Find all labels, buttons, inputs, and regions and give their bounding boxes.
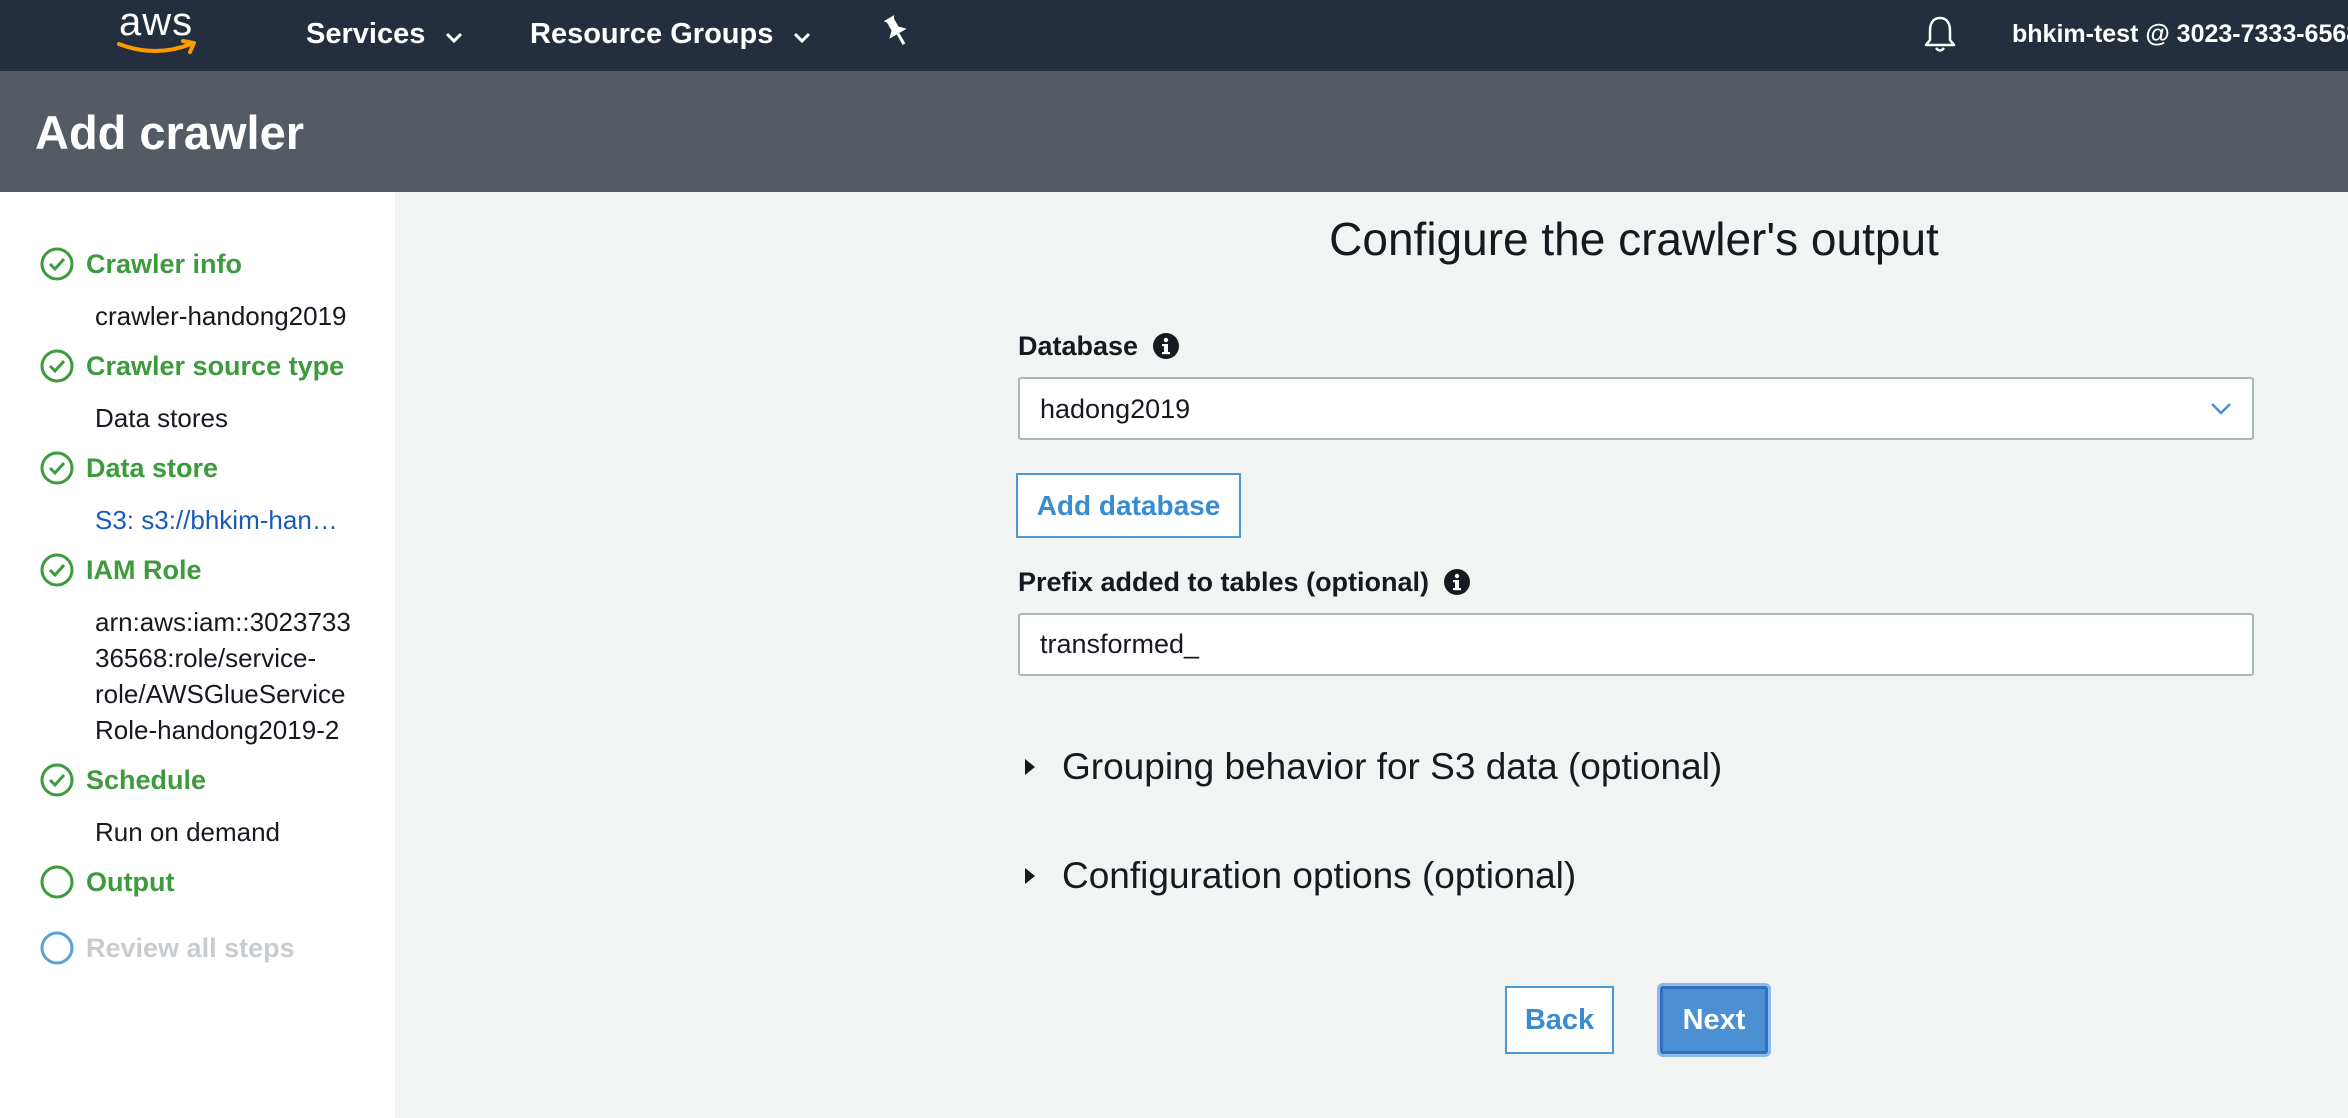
prefix-label: Prefix added to tables (optional) (1018, 565, 1471, 599)
database-select[interactable]: hadong2019 (1018, 377, 2254, 440)
add-database-button[interactable]: Add database (1016, 473, 1241, 538)
wizard-steps-sidebar: Crawler info crawler-handong2019 Crawler… (0, 192, 395, 1118)
configuration-options-expander[interactable]: Configuration options (optional) (1022, 853, 1576, 899)
info-icon[interactable] (1443, 568, 1471, 596)
resource-groups-menu-label: Resource Groups (530, 18, 774, 50)
step-iam-role[interactable]: IAM Role (40, 553, 202, 587)
iam-role-line: Role-handong2019-2 (95, 715, 340, 745)
page-title: Add crawler (35, 106, 305, 159)
database-label: Database (1018, 329, 1180, 363)
caret-right-icon (1025, 868, 1035, 884)
services-menu[interactable]: Services (306, 14, 463, 54)
account-menu[interactable]: bhkim-test @ 3023-7333-6568 (2012, 14, 2348, 54)
check-circle-icon (40, 451, 74, 485)
step-label: Output (86, 867, 175, 897)
top-navigation-bar: aws Services Resource Groups bhkim-test … (0, 0, 2348, 71)
page-header: Add crawler (0, 71, 2348, 192)
chevron-down-icon (2211, 403, 2231, 415)
database-label-text: Database (1018, 331, 1139, 361)
chevron-down-icon (445, 15, 463, 55)
check-circle-icon (40, 349, 74, 383)
section-heading: Configure the crawler's output (1329, 213, 1939, 265)
step-detail: Data stores (95, 403, 228, 433)
iam-role-detail: arn:aws:iam::3023733 36568:role/service-… (95, 604, 351, 748)
database-select-value: hadong2019 (1040, 394, 1191, 424)
notifications-bell-icon[interactable] (1922, 14, 1958, 54)
next-button[interactable]: Next (1660, 986, 1768, 1054)
grouping-behavior-label: Grouping behavior for S3 data (optional) (1062, 746, 1723, 787)
step-crawler-info[interactable]: Crawler info (40, 247, 242, 281)
check-circle-icon (40, 763, 74, 797)
pin-icon[interactable] (882, 14, 912, 50)
back-button[interactable]: Back (1505, 986, 1614, 1054)
step-label: Review all steps (86, 933, 295, 963)
step-label: Schedule (86, 765, 207, 795)
step-label: Data store (86, 453, 219, 483)
step-schedule[interactable]: Schedule (40, 763, 206, 797)
step-detail: Run on demand (95, 817, 281, 847)
info-icon[interactable] (1152, 332, 1180, 360)
iam-role-line: role/AWSGlueService (95, 679, 346, 709)
check-circle-icon (40, 553, 74, 587)
step-label: IAM Role (86, 555, 202, 585)
aws-logo-text: aws (119, 0, 194, 44)
configuration-options-label: Configuration options (optional) (1062, 855, 1577, 896)
step-label: Crawler source type (86, 351, 345, 381)
step-data-store[interactable]: Data store (40, 451, 218, 485)
step-output[interactable]: Output (40, 865, 174, 899)
empty-circle-icon (40, 931, 74, 965)
table-prefix-input[interactable] (1018, 613, 2254, 676)
caret-right-icon (1025, 759, 1035, 775)
step-crawler-source-type[interactable]: Crawler source type (40, 349, 344, 383)
step-label: Crawler info (86, 249, 243, 279)
step-detail: crawler-handong2019 (95, 301, 347, 331)
chevron-down-icon (793, 15, 811, 55)
data-store-link[interactable]: S3: s3://bhkim-han… (95, 502, 338, 538)
step-review-all-steps: Review all steps (40, 931, 295, 965)
resource-groups-menu[interactable]: Resource Groups (530, 14, 811, 54)
aws-smile-icon (117, 39, 196, 54)
check-circle-icon (40, 247, 74, 281)
prefix-label-text: Prefix added to tables (optional) (1018, 567, 1430, 597)
aws-logo[interactable]: aws (115, 2, 205, 62)
iam-role-line: 36568:role/service- (95, 643, 317, 673)
iam-role-line: arn:aws:iam::3023733 (95, 607, 351, 637)
grouping-behavior-expander[interactable]: Grouping behavior for S3 data (optional) (1022, 744, 1722, 790)
empty-circle-icon (40, 865, 74, 899)
services-menu-label: Services (306, 18, 426, 50)
